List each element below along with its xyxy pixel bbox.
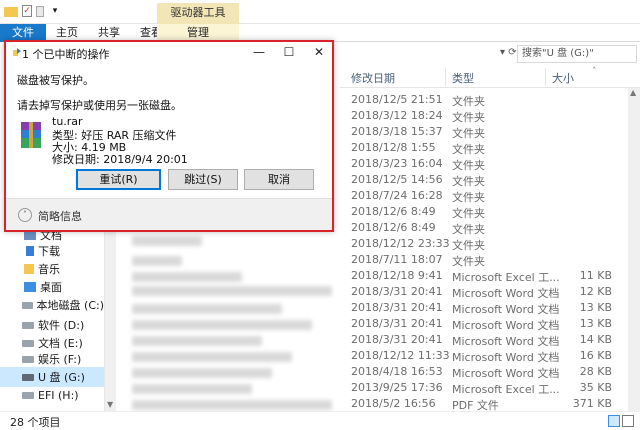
drive-icon (22, 391, 34, 399)
usb-drive-icon (22, 373, 34, 381)
table-row[interactable]: 2018/12/18 9:41 Microsoft Excel 工... 11 KB (340, 268, 630, 284)
column-divider[interactable] (445, 68, 446, 86)
dialog-footer: ˄ 简略信息 (6, 198, 332, 230)
vertical-scrollbar[interactable]: ▲ (628, 88, 640, 411)
blurred-name (132, 304, 282, 314)
downloads-icon (26, 246, 34, 256)
column-type[interactable]: 类型 (452, 70, 474, 86)
drive-icon (22, 321, 34, 329)
column-date[interactable]: 修改日期 (351, 70, 395, 86)
skip-button[interactable]: 跳过(S) (168, 169, 238, 190)
search-input[interactable]: 搜索"U 盘 (G:)" (517, 45, 637, 63)
qat-dropdown-icon[interactable]: ▾ (48, 4, 62, 18)
table-row[interactable]: 2018/5/2 16:56 PDF 文件 371 KB (340, 396, 630, 412)
table-row[interactable]: 2018/3/31 20:41 Microsoft Word 文档 14 KB (340, 332, 630, 348)
blurred-name (132, 336, 262, 346)
blurred-name (132, 256, 182, 266)
blurred-name (132, 384, 252, 394)
drive-icon (22, 339, 34, 347)
chevron-up-icon[interactable]: ˄ (18, 208, 32, 222)
table-row[interactable]: 2018/12/5 14:56 文件夹 (340, 172, 630, 188)
hint-message: 请去掉写保护或使用另一张磁盘。 (17, 99, 182, 112)
music-icon (24, 264, 34, 274)
interrupted-action-dialog: 1 个已中断的操作 — ☐ ✕ 磁盘被写保护。 请去掉写保护或使用另一张磁盘。 … (4, 40, 334, 232)
table-row[interactable]: 2018/3/31 20:41 Microsoft Word 文档 12 KB (340, 284, 630, 300)
table-row[interactable]: 2018/12/12 23:33 文件夹 (340, 236, 630, 252)
close-icon[interactable]: ✕ (306, 45, 332, 59)
table-row[interactable]: 2018/3/31 20:41 Microsoft Word 文档 13 KB (340, 316, 630, 332)
table-row[interactable]: 2018/3/31 20:41 Microsoft Word 文档 13 KB (340, 300, 630, 316)
column-size[interactable]: 大小 (552, 70, 574, 86)
table-row[interactable]: 2018/7/24 16:28 文件夹 (340, 188, 630, 204)
dialog-title: 1 个已中断的操作 (22, 48, 110, 61)
dialog-body: 磁盘被写保护。 请去掉写保护或使用另一张磁盘。 tu.rar 类型: 好压 RA… (6, 64, 332, 196)
dialog-titlebar: 1 个已中断的操作 — ☐ ✕ (6, 42, 332, 64)
blurred-name (132, 236, 202, 246)
rar-file-icon (21, 122, 41, 148)
view-toggle (608, 415, 634, 427)
new-folder-icon[interactable] (36, 5, 44, 17)
desktop-icon (24, 282, 36, 292)
properties-icon[interactable]: ✓ (22, 5, 32, 17)
sidebar-item-drive-h[interactable]: EFI (H:) (0, 385, 104, 405)
details-view-icon[interactable] (608, 415, 620, 427)
blurred-name (132, 368, 272, 378)
table-row[interactable]: 2018/12/12 11:33 Microsoft Word 文档 16 KB (340, 348, 630, 364)
drive-icon (22, 301, 33, 309)
table-row[interactable]: 2018/7/11 18:07 文件夹 (340, 252, 630, 268)
drive-icon (22, 355, 34, 363)
window-titlebar: ✓ ▾ 驱动器工具 (0, 0, 640, 24)
maximize-icon[interactable]: ☐ (276, 45, 302, 59)
column-divider[interactable] (545, 68, 546, 86)
sidebar-item-desktop[interactable]: 桌面 (0, 277, 104, 297)
item-count: 28 个项目 (10, 416, 61, 429)
table-row[interactable]: 2018/12/8 1:55 文件夹 (340, 140, 630, 156)
sidebar-item-drive-d[interactable]: 软件 (D:) (0, 315, 104, 335)
sort-indicator-icon: ˆ (592, 67, 597, 77)
sidebar-item-music[interactable]: 音乐 (0, 259, 104, 279)
status-bar: 28 个项目 (0, 411, 640, 429)
blurred-name (132, 286, 332, 296)
table-row[interactable]: 2018/4/18 16:53 Microsoft Word 文档 28 KB (340, 364, 630, 380)
table-row[interactable]: 2018/12/5 21:51 文件夹 (340, 92, 630, 108)
copy-icon (13, 48, 21, 56)
table-row[interactable]: 2013/9/25 17:36 Microsoft Excel 工... 35 KB (340, 380, 630, 396)
table-row[interactable]: 2018/3/23 16:04 文件夹 (340, 156, 630, 172)
table-row[interactable]: 2018/3/18 15:37 文件夹 (340, 124, 630, 140)
file-modified-date: 修改日期: 2018/9/4 20:01 (52, 153, 188, 166)
blurred-name (132, 352, 292, 362)
blurred-name (132, 320, 312, 330)
cancel-button[interactable]: 取消 (244, 169, 314, 190)
blurred-name (132, 272, 242, 282)
table-row[interactable]: 2018/12/6 8:49 文件夹 (340, 204, 630, 220)
table-row[interactable]: 2018/3/12 18:24 文件夹 (340, 108, 630, 124)
retry-button[interactable]: 重试(R) (76, 169, 161, 190)
nav-scrollbar[interactable]: ▼ (104, 225, 116, 411)
navigation-pane: 文档 下载 音乐 桌面 本地磁盘 (C:) 软件 (D:) 文档 (E:) 娱乐… (0, 225, 105, 407)
scroll-up-icon[interactable]: ▲ (630, 88, 636, 97)
drive-tools-context-label: 驱动器工具 (157, 3, 239, 24)
quick-access-toolbar: ✓ ▾ (4, 4, 62, 18)
fewer-details-link[interactable]: 简略信息 (38, 208, 82, 224)
scroll-down-icon[interactable]: ▼ (107, 400, 113, 409)
sidebar-item-downloads[interactable]: 下载 (0, 241, 104, 261)
chevron-down-icon[interactable]: ▾ ⟳ (500, 47, 517, 58)
folder-icon[interactable] (4, 7, 18, 17)
blurred-name (132, 400, 332, 410)
column-header: 修改日期 类型 大小 ˆ (340, 66, 640, 88)
minimize-icon[interactable]: — (246, 45, 272, 59)
sidebar-item-drive-c[interactable]: 本地磁盘 (C:) (0, 295, 104, 315)
error-message: 磁盘被写保护。 (17, 74, 94, 87)
table-row[interactable]: 2018/12/6 8:49 文件夹 (340, 220, 630, 236)
sidebar-item-drive-f[interactable]: 娱乐 (F:) (0, 349, 104, 369)
large-icons-view-icon[interactable] (622, 415, 634, 427)
sidebar-item-drive-g[interactable]: U 盘 (G:) (0, 367, 104, 387)
